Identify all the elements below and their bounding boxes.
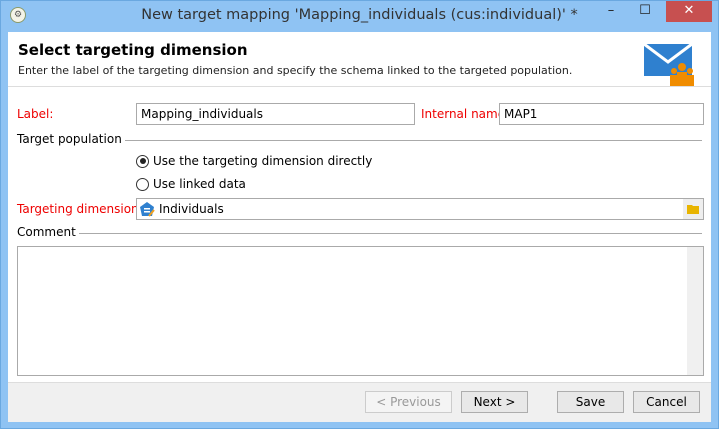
title-bar: ⚙ New target mapping 'Mapping_individual… — [1, 1, 718, 31]
targeting-dimension-value: Individuals — [159, 202, 224, 216]
minimize-button[interactable]: – — [596, 1, 626, 22]
radio-direct[interactable]: Use the targeting dimension directly — [136, 154, 372, 168]
save-button[interactable]: Save — [557, 391, 624, 413]
mail-audience-icon — [644, 42, 694, 86]
radio-button-checked[interactable] — [136, 154, 149, 168]
page-subtitle: Enter the label of the targeting dimensi… — [18, 64, 573, 77]
dialog-content: Select targeting dimension Enter the lab… — [8, 32, 711, 422]
folder-button[interactable] — [683, 199, 703, 219]
targeting-dimension-input[interactable]: Individuals — [136, 198, 704, 220]
wizard-header: Select targeting dimension Enter the lab… — [8, 32, 711, 87]
internal-name-label: Internal name: — [421, 107, 510, 121]
scrollbar[interactable] — [687, 247, 703, 375]
label-label: Label: — [17, 107, 54, 121]
schema-icon — [140, 202, 155, 217]
close-button[interactable]: ✕ — [666, 1, 712, 22]
internal-name-input[interactable]: MAP1 — [499, 103, 704, 125]
wizard-footer: < Previous Next > Save Cancel — [8, 382, 711, 422]
radio-linked-label: Use linked data — [153, 177, 246, 191]
dialog-window: ⚙ New target mapping 'Mapping_individual… — [0, 0, 719, 429]
label-input[interactable]: Mapping_individuals — [136, 103, 415, 125]
radio-direct-label: Use the targeting dimension directly — [153, 154, 373, 168]
page-title: Select targeting dimension — [18, 41, 248, 59]
maximize-button[interactable]: ☐ — [630, 1, 660, 22]
comment-heading: Comment — [17, 225, 79, 239]
next-button[interactable]: Next > — [461, 391, 528, 413]
cancel-button[interactable]: Cancel — [633, 391, 700, 413]
radio-linked[interactable]: Use linked data — [136, 177, 246, 191]
divider — [17, 233, 702, 234]
previous-button[interactable]: < Previous — [365, 391, 452, 413]
comment-textarea[interactable] — [17, 246, 704, 376]
targeting-dimension-label: Targeting dimension: — [17, 202, 143, 216]
target-population-heading: Target population — [17, 132, 125, 146]
folder-icon — [687, 205, 699, 214]
radio-button[interactable] — [136, 177, 149, 191]
